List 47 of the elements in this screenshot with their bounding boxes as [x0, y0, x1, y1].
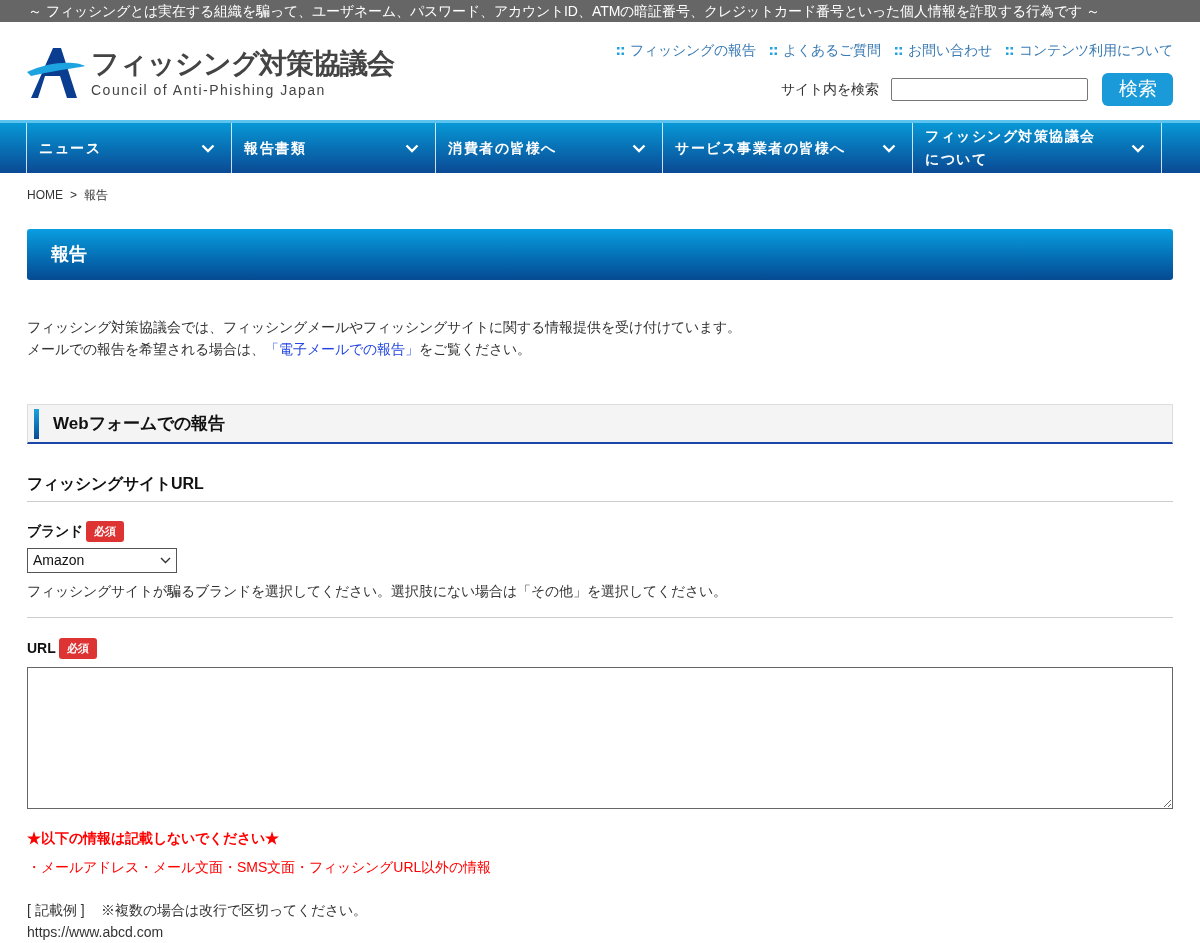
dots-icon [617, 47, 624, 56]
field-label: URL [27, 639, 56, 658]
logo-subtitle: Council of Anti-Phishing Japan [91, 81, 327, 99]
chevron-down-icon [160, 557, 171, 564]
header-link[interactable]: コンテンツ利用について [1006, 40, 1173, 61]
required-badge: 必須 [58, 638, 97, 659]
brand-select[interactable]: Amazon [27, 548, 177, 573]
header-link[interactable]: フィッシングの報告 [617, 40, 756, 61]
logo-title: フィッシング対策協議会 [91, 47, 394, 81]
breadcrumb-item: 報告 [84, 187, 108, 204]
nav-item[interactable]: 消費者の皆様へ [436, 123, 663, 173]
example-label: [ 記載例 ] [27, 901, 85, 920]
breadcrumb-item[interactable]: HOME [27, 186, 63, 204]
chevron-down-icon [1131, 143, 1145, 153]
dots-icon [770, 47, 777, 56]
example-url: https://www.abcd.com [27, 925, 165, 940]
nav-item[interactable]: フィッシング対策協議会 について [913, 123, 1162, 173]
search-label: サイト内を検索 [781, 80, 879, 99]
header-link[interactable]: よくあるご質問 [770, 40, 881, 61]
url-field[interactable] [27, 667, 1173, 809]
search-button[interactable]: 検索 [1102, 73, 1173, 106]
logo-icon [27, 46, 87, 100]
chevron-down-icon [632, 143, 646, 153]
page-title: 報告 [27, 229, 1173, 280]
intro-text: フィッシング対策協議会では、フィッシングメールやフィッシングサイトに関する情報提供を受け付けています。 [27, 318, 742, 337]
section-heading: Webフォームでの報告 [27, 404, 1173, 444]
warning-text: ・メールアドレス・メール文面・SMS文面・フィッシングURL以外の情報 [27, 858, 493, 877]
example-note: ※複数の場合は改行で区切ってください。 [100, 901, 367, 920]
nav-item[interactable]: サービス事業者の皆様へ [663, 123, 913, 173]
required-badge: 必須 [86, 521, 124, 542]
warning-title: ★以下の情報は記載しないでください★ [27, 829, 280, 848]
subsection-heading: フィッシングサイトURL [27, 472, 1173, 502]
intro-text: メールでの報告を希望される場合は、「電子メールでの報告」をご覧ください。 [27, 340, 532, 359]
breadcrumb-separator: > [70, 187, 77, 204]
email-report-link[interactable]: 「電子メールでの報告」 [265, 341, 419, 357]
dots-icon [895, 47, 902, 56]
help-text: フィッシングサイトが騙るブランドを選択してください。選択肢にない場合は「その他」を選択してください。 [27, 581, 1173, 618]
chevron-down-icon [405, 143, 419, 153]
nav-item[interactable]: ニュース [27, 123, 232, 173]
chevron-down-icon [201, 143, 215, 153]
top-banner: ～ フィッシングとは実在する組織を騙って、ユーザネーム、パスワード、アカウントID、ATMの暗証番号、クレジットカード番号といった個人情報を詐取する行為です ～ [0, 0, 1200, 22]
header-link[interactable]: お問い合わせ [895, 40, 992, 61]
nav-item[interactable]: 報告書類 [232, 123, 436, 173]
field-label: ブランド [27, 522, 83, 541]
chevron-down-icon [882, 143, 896, 153]
dots-icon [1006, 47, 1013, 56]
search-field[interactable] [891, 78, 1088, 101]
